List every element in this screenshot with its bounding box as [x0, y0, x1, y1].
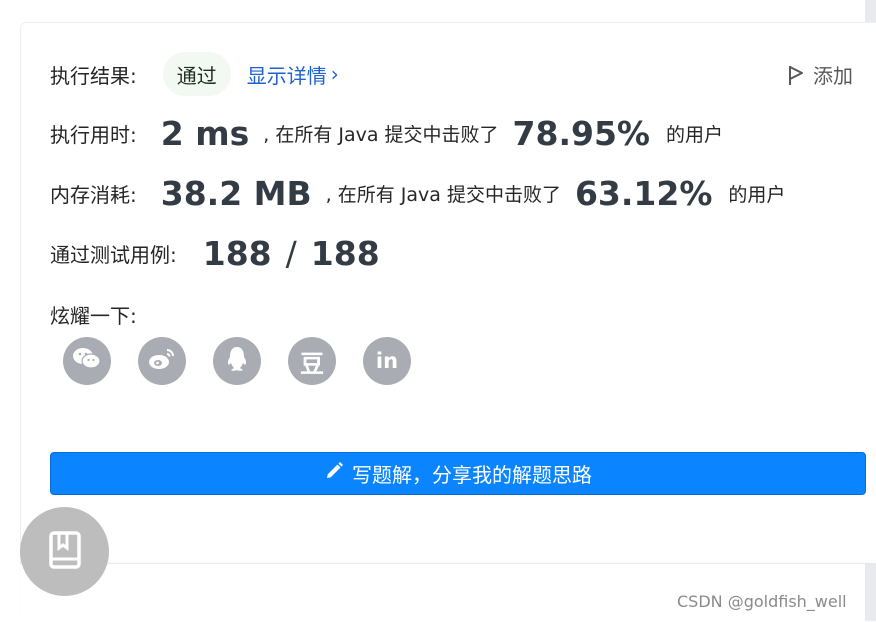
- testcases-passed: 188: [202, 234, 272, 273]
- testcases-total: 188: [310, 234, 380, 273]
- runtime-suffix: 的用户: [665, 124, 723, 146]
- share-weibo-button[interactable]: [138, 337, 186, 385]
- memory-suffix: 的用户: [728, 184, 786, 206]
- share-label: 炫耀一下:: [50, 304, 137, 328]
- result-label: 执行结果:: [50, 63, 137, 88]
- notebook-floating-button[interactable]: [20, 507, 109, 596]
- douban-icon: 豆: [300, 349, 324, 378]
- add-note-label: 添加: [813, 64, 853, 88]
- testcases-row: 通过测试用例: 188 / 188: [50, 234, 380, 273]
- show-details-link[interactable]: 显示详情 ›: [247, 60, 339, 89]
- runtime-value: 2 ms: [160, 114, 250, 153]
- runtime-beat-text: , 在所有 Java 提交中击败了: [263, 124, 499, 146]
- runtime-label: 执行用时:: [50, 123, 137, 147]
- testcases-label: 通过测试用例:: [50, 243, 177, 267]
- testcases-separator: /: [285, 234, 297, 273]
- memory-row: 内存消耗: 38.2 MB , 在所有 Java 提交中击败了 63.12% 的…: [50, 174, 785, 213]
- linkedin-icon: in: [375, 349, 399, 373]
- share-wechat-button[interactable]: [63, 337, 111, 385]
- share-row-label: 炫耀一下:: [50, 300, 137, 329]
- memory-label: 内存消耗:: [50, 183, 137, 207]
- memory-percent: 63.12%: [574, 174, 713, 213]
- show-details-label: 显示详情: [246, 63, 327, 88]
- memory-beat-text: , 在所有 Java 提交中击败了: [325, 184, 561, 206]
- runtime-percent: 78.95%: [512, 114, 650, 153]
- share-douban-button[interactable]: 豆: [288, 337, 336, 385]
- chevron-right-icon: ›: [330, 62, 339, 86]
- status-badge: 通过: [162, 52, 231, 96]
- memory-value: 38.2 MB: [160, 174, 312, 213]
- share-qq-button[interactable]: [213, 337, 261, 385]
- wechat-icon: [72, 346, 102, 376]
- flag-icon: [787, 64, 805, 86]
- share-buttons: 豆 in: [63, 337, 411, 385]
- pencil-icon: [324, 461, 352, 486]
- weibo-icon: [147, 346, 177, 376]
- watermark: CSDN @goldfish_well: [677, 592, 847, 611]
- write-solution-label: 写题解，分享我的解题思路: [352, 463, 592, 487]
- runtime-row: 执行用时: 2 ms , 在所有 Java 提交中击败了 78.95% 的用户: [50, 114, 723, 153]
- share-linkedin-button[interactable]: in: [363, 337, 411, 385]
- bookmark-book-icon: [48, 530, 82, 574]
- result-row: 执行结果: 通过 显示详情 ›: [50, 52, 339, 96]
- add-note-button[interactable]: 添加: [787, 60, 853, 89]
- qq-icon: [225, 345, 249, 377]
- write-solution-button[interactable]: 写题解，分享我的解题思路: [50, 452, 866, 495]
